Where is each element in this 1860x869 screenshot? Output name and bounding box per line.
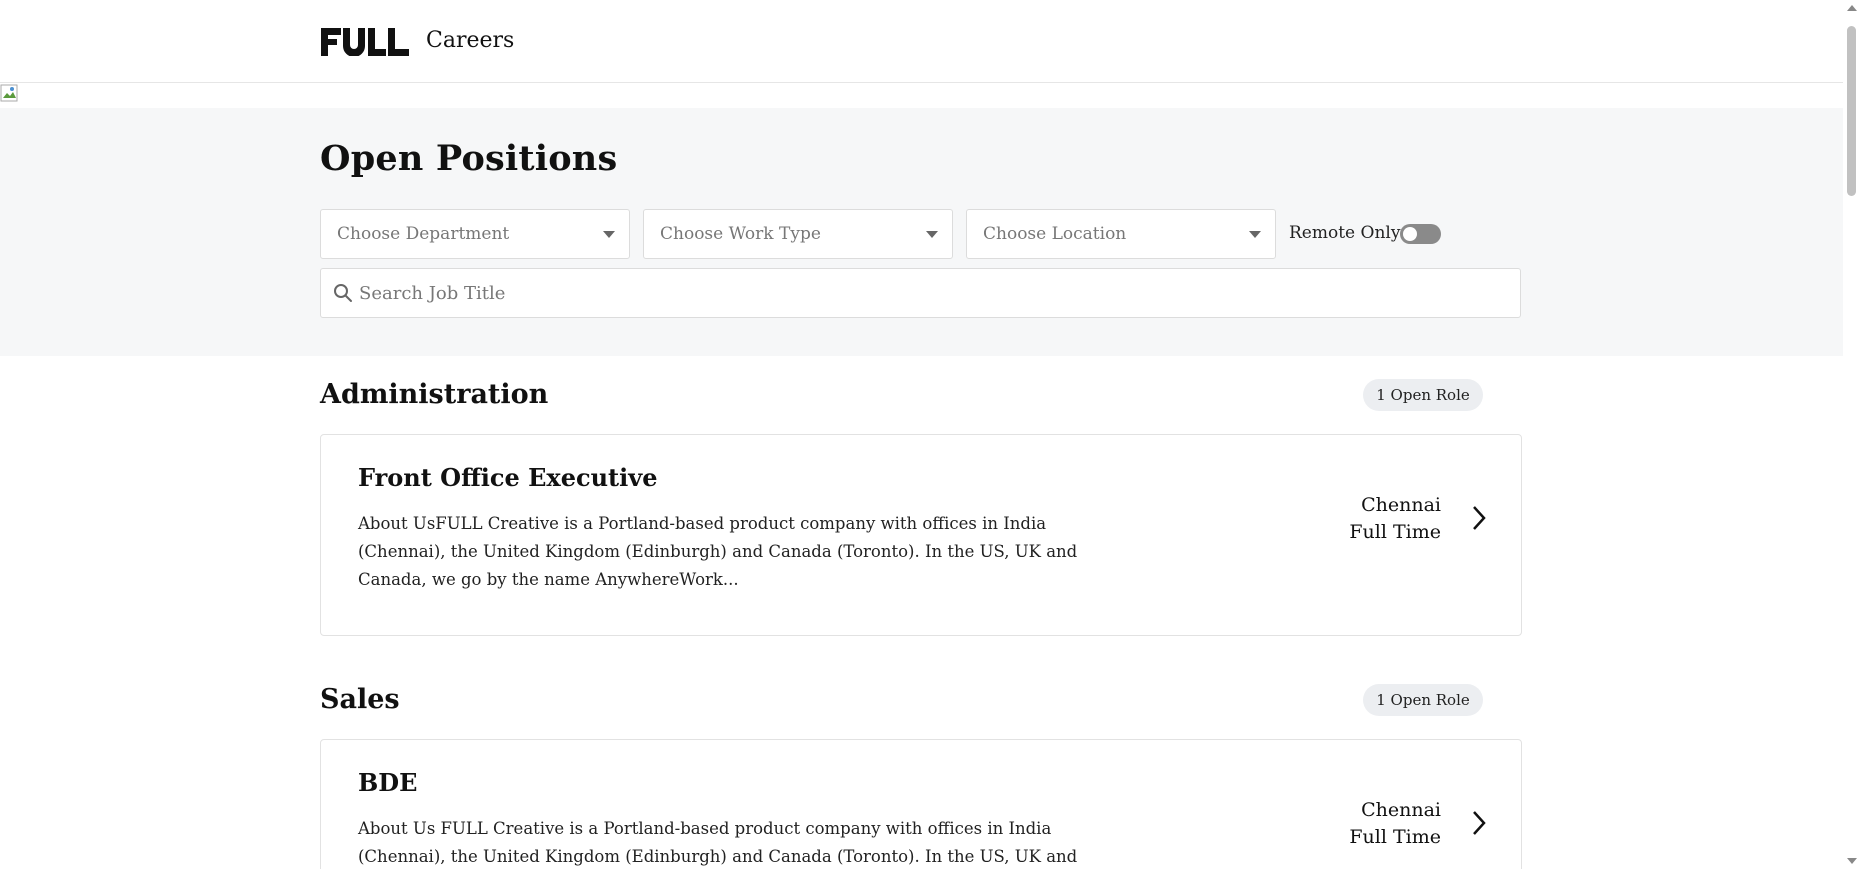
- header-title[interactable]: Careers: [426, 28, 514, 53]
- search-icon: [334, 284, 352, 302]
- job-work-type: Full Time: [1349, 826, 1441, 848]
- job-location-worktype: Chennai Full Time: [1349, 492, 1441, 546]
- page-scrollbar[interactable]: [1843, 0, 1860, 869]
- scroll-down-arrow-icon[interactable]: [1847, 858, 1857, 864]
- remote-only-label: Remote Only: [1289, 223, 1401, 243]
- department-select-placeholder: Choose Department: [337, 224, 510, 244]
- job-description: About Us FULL Creative is a Portland-bas…: [358, 819, 1078, 866]
- department-title-administration: Administration: [320, 379, 549, 410]
- site-header: Careers: [0, 0, 1843, 83]
- department-title-sales: Sales: [320, 684, 400, 715]
- chevron-right-icon[interactable]: [1471, 810, 1487, 836]
- job-location: Chennai: [1361, 494, 1441, 516]
- department-select[interactable]: Choose Department: [320, 209, 630, 259]
- job-work-type: Full Time: [1349, 521, 1441, 543]
- remote-only-toggle[interactable]: [1400, 224, 1441, 244]
- job-location: Chennai: [1361, 799, 1441, 821]
- job-title[interactable]: BDE: [358, 768, 417, 797]
- caret-down-icon: [1249, 231, 1261, 238]
- job-title-search-input[interactable]: Search Job Title: [320, 268, 1521, 318]
- caret-down-icon: [603, 231, 615, 238]
- toggle-knob: [1403, 227, 1417, 241]
- page-title: Open Positions: [320, 138, 618, 179]
- job-description: About UsFULL Creative is a Portland-base…: [358, 514, 1078, 589]
- chevron-right-icon[interactable]: [1471, 505, 1487, 531]
- location-select[interactable]: Choose Location: [966, 209, 1276, 259]
- work-type-select[interactable]: Choose Work Type: [643, 209, 953, 259]
- scroll-up-arrow-icon[interactable]: [1847, 5, 1857, 11]
- location-select-placeholder: Choose Location: [983, 224, 1127, 244]
- broken-image-icon: [0, 84, 18, 102]
- job-card-front-office-executive[interactable]: Front Office Executive About UsFULL Crea…: [320, 434, 1522, 636]
- job-title[interactable]: Front Office Executive: [358, 463, 657, 492]
- full-logo[interactable]: [321, 28, 409, 56]
- work-type-select-placeholder: Choose Work Type: [660, 224, 821, 244]
- job-card-bde[interactable]: BDE About Us FULL Creative is a Portland…: [320, 739, 1522, 869]
- caret-down-icon: [926, 231, 938, 238]
- open-role-badge: 1 Open Role: [1363, 684, 1483, 716]
- scrollbar-thumb[interactable]: [1847, 26, 1856, 196]
- job-location-worktype: Chennai Full Time: [1349, 797, 1441, 851]
- open-role-badge: 1 Open Role: [1363, 379, 1483, 411]
- full-logo-mark: [321, 28, 409, 56]
- search-placeholder: Search Job Title: [359, 283, 506, 304]
